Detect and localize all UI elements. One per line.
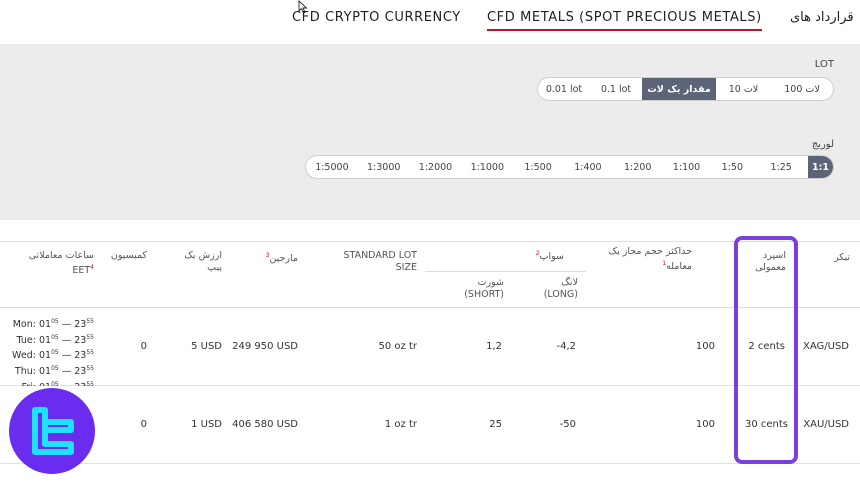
col-commission: کمیسیون <box>110 250 147 261</box>
margin-cell: 406 580 USD <box>232 419 298 430</box>
col-short: شورت (SHORT) <box>464 277 504 300</box>
lot-size-cell: 1 oz tr <box>384 419 417 430</box>
margin-cell: 249 950 USD <box>232 341 298 352</box>
leverage-option-1-25[interactable]: 1:25 <box>754 156 808 178</box>
tab-bar: CFD CRYPTO CURRENCY CFD METALS (SPOT PRE… <box>0 0 860 44</box>
hours-line: Thu: 0105 — 2355 <box>14 364 94 378</box>
col-max-volume: حداکثر حجم مجاز یک معامله1 <box>608 246 692 273</box>
hours-line: Mon: 0105 — 2355 <box>12 318 94 331</box>
swap-long-cell: -4,2 <box>556 341 576 352</box>
leverage-option-1-50[interactable]: 1:50 <box>710 156 754 178</box>
col-ticker: تیکر <box>834 252 850 263</box>
leverage-option-1-2000[interactable]: 1:2000 <box>410 156 462 178</box>
lot-selector: 0.01 lot 0.1 lot مقدار یک لات 10 لات 100… <box>537 77 834 101</box>
lot-option-1[interactable]: مقدار یک لات <box>642 78 716 100</box>
leverage-selector: 1:5000 1:3000 1:2000 1:1000 1:500 1:400 … <box>305 155 834 179</box>
swap-short-cell: 1,2 <box>486 341 502 352</box>
col-trading-hours: ساعات معاملاتی EET4 <box>28 250 94 277</box>
table-row: XAG/USD 2 cents 100 -4,2 1,2 50 oz tr 24… <box>0 308 860 393</box>
pip-value-cell: 5 USD <box>191 341 222 352</box>
swap-divider <box>425 271 586 272</box>
tab-cfd-crypto[interactable]: CFD CRYPTO CURRENCY <box>292 10 461 25</box>
max-volume-cell: 100 <box>695 341 715 352</box>
leverage-label: لوریج <box>811 139 834 150</box>
table-row: XAU/USD 30 cents 100 -50 25 1 oz tr 406 … <box>0 386 860 464</box>
leverage-option-1-100[interactable]: 1:100 <box>663 156 711 178</box>
swap-long-cell: -50 <box>559 419 576 430</box>
leverage-option-1-400[interactable]: 1:400 <box>563 156 613 178</box>
hours-line: Tue: 0105 — 2355 <box>16 333 94 346</box>
spread-highlight-frame <box>734 236 798 464</box>
pip-value-cell: 1 USD <box>191 419 222 430</box>
col-lot-size: STANDARD LOT SIZE <box>343 250 417 273</box>
commission-cell: 0 <box>140 419 147 430</box>
col-swap: سواپ2 <box>535 250 564 263</box>
ticker-cell: XAG/USD <box>802 341 849 352</box>
col-long: لانگ (LONG) <box>543 277 578 300</box>
tab-cfd-metals[interactable]: CFD METALS (SPOT PRECIOUS METALS) <box>487 10 762 31</box>
leverage-option-1-1[interactable]: 1:1 <box>808 156 833 178</box>
leverage-option-1-200[interactable]: 1:200 <box>613 156 663 178</box>
trading-hours-cell: Mon: 0105 — 2355 Tue: 0105 — 2355 Wed: 0… <box>12 316 94 394</box>
ticker-cell: XAU/USD <box>803 419 849 430</box>
lot-option-0-1[interactable]: 0.1 lot <box>590 78 642 100</box>
leverage-option-1-5000[interactable]: 1:5000 <box>306 156 358 178</box>
commission-cell: 0 <box>140 341 147 352</box>
lot-option-10[interactable]: 10 لات <box>716 78 771 100</box>
logo-mark-icon <box>32 407 74 455</box>
hours-line: Wed: 0105 — 2355 <box>12 349 94 362</box>
lot-option-0-01[interactable]: 0.01 lot <box>538 78 590 100</box>
filter-panel: LOT 0.01 lot 0.1 lot مقدار یک لات 10 لات… <box>0 44 860 220</box>
lot-size-cell: 50 oz tr <box>378 341 417 352</box>
leverage-option-1-500[interactable]: 1:500 <box>513 156 563 178</box>
table-header: تیکر اسپرد معمولی حداکثر حجم مجاز یک معا… <box>0 241 860 308</box>
col-pip-value: ارزش یک پیپ <box>184 250 222 273</box>
max-volume-cell: 100 <box>695 419 715 430</box>
leverage-option-1-1000[interactable]: 1:1000 <box>461 156 513 178</box>
lot-label: LOT <box>814 59 834 70</box>
swap-short-cell: 25 <box>489 419 502 430</box>
col-margin: مارجین3 <box>265 252 298 265</box>
brand-logo-icon <box>9 388 95 474</box>
lot-option-100[interactable]: 100 لات <box>771 78 833 100</box>
tab-contracts-label: قرارداد های <box>790 10 854 25</box>
leverage-option-1-3000[interactable]: 1:3000 <box>358 156 410 178</box>
